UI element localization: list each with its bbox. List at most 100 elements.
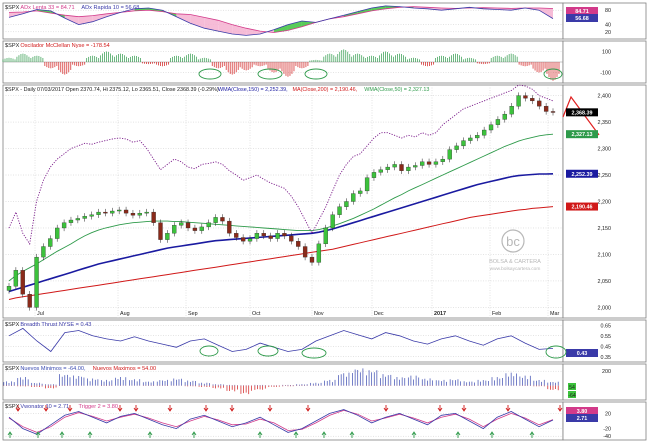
stock-chart: 804020$SPX ADx Lenta 33 = 84.71 ADx Rapida… [0, 0, 650, 443]
mcclellan-title-1: Oscilador McClellan Nyse = -178.54 [20, 43, 109, 49]
price-candle-body [199, 226, 204, 231]
price-candle-body [158, 222, 163, 240]
highs-lows-tag-text: 54 [569, 385, 575, 391]
highs-lows-tag-text: -64 [568, 393, 576, 399]
price-candle-body [179, 222, 184, 226]
price-candle-body [227, 220, 232, 234]
price-candle-body [543, 106, 549, 112]
price-candle-body [144, 211, 149, 214]
vwonator-vwonator-tag-text: 2.71 [577, 416, 588, 422]
price-candle-body [495, 119, 501, 125]
breadth-tag-text: 0.43 [577, 351, 588, 357]
price-candle-body [399, 164, 404, 171]
price-candle-body [34, 256, 39, 308]
price-candle-body [213, 217, 218, 223]
price-candle-body [523, 95, 528, 99]
vwonator-title-0: $SPX [5, 404, 20, 410]
price-price-0-tag-text: 2,368.39 [572, 110, 593, 116]
price-candle-body [337, 206, 342, 215]
adx-tick-label: 80 [605, 8, 611, 14]
price-candle-body [516, 95, 521, 107]
mcclellan-axis-area [562, 40, 647, 84]
adx-title-0: $SPX [5, 5, 20, 11]
price-candle-body [344, 201, 349, 207]
watermark-url: www.bolsaycartera.com [490, 266, 541, 272]
price-candle-body [123, 209, 129, 214]
price-candle-body [447, 149, 452, 160]
price-candle-body [406, 166, 411, 171]
vwonator-panel: 20-20-40$SPX Vwonator 10 = 2.71, Trigger 2… [2, 401, 647, 441]
price-candle-body [254, 233, 260, 239]
price-candle-body [481, 129, 487, 136]
price-x-tick-label: Feb [492, 311, 501, 317]
price-candle-body [268, 235, 273, 239]
price-candle-body [488, 124, 494, 131]
price-candle-body [82, 216, 87, 219]
price-candle-body [351, 193, 356, 202]
watermark-logo-letters: bc [506, 234, 520, 249]
price-candle-body [530, 98, 535, 102]
price-candle-body [316, 243, 322, 263]
highs-lows-title-0: $SPX [5, 366, 20, 372]
price-tick-label: 2,150 [598, 226, 612, 232]
price-candle-body [185, 222, 191, 229]
price-candle-body [550, 111, 556, 113]
mcclellan-tick-label: 100 [602, 50, 611, 56]
price-x-tick-label: Jul [37, 311, 44, 317]
price-candle-body [454, 145, 459, 150]
price-candle-body [296, 241, 301, 247]
price-candle-body [385, 166, 390, 170]
price-candle-body [330, 214, 335, 229]
price-candle-body [247, 238, 253, 242]
highs-lows-title-1: Nuevos Minimos = -64.00, [20, 366, 86, 372]
price-x-tick-label: Oct [252, 311, 261, 317]
price-panel: 2,400 2,350 2,300 2,250 2,200 2,150 2,100 2,050… [2, 84, 647, 319]
adx-tick-label: 20 [605, 30, 611, 36]
price-candle-body [41, 246, 46, 258]
price-candle-body [89, 214, 94, 217]
price-candle-body [461, 140, 466, 147]
breadth-title-0: $SPX [5, 322, 20, 328]
highs-lows-title-2: Nuevos Maximos = 54.00 [93, 366, 156, 372]
price-candle-body [48, 238, 53, 247]
vwonator-tick-label: -20 [603, 427, 611, 433]
price-candle-body [261, 233, 266, 237]
mcclellan-panel: 100 -100 $SPX Oscilador McClellan Nyse = -1… [2, 40, 647, 84]
price-tick-label: 2,350 [598, 120, 612, 126]
price-title-3: WMA(Close,50) = 2,327.13 [364, 87, 429, 93]
price-title-0: $SPX - Daily 07/03/2017 Open 2370.74, Hi… [5, 87, 219, 93]
price-candle-body [110, 210, 115, 214]
price-candle-body [275, 233, 280, 239]
price-candle-body [137, 212, 142, 216]
price-candle-body [96, 211, 101, 215]
price-tick-label: 2,300 [598, 147, 612, 153]
price-candle-body [420, 161, 425, 166]
mcclellan-tick-label: -100 [600, 71, 611, 77]
price-tick-label: 2,400 [598, 94, 612, 100]
price-candle-body [6, 286, 12, 291]
highs-lows-tick-label: 200 [602, 369, 611, 375]
price-candle-body [475, 135, 480, 139]
breadth-tick-label: 0.65 [601, 323, 612, 329]
price-candle-body [192, 227, 198, 231]
price-candle-body [440, 158, 445, 162]
price-candle-body [165, 233, 170, 240]
price-candle-body [68, 219, 74, 223]
vwonator-title-2: Trigger 2 = 3.80 [79, 404, 118, 410]
mcclellan-title-0: $SPX [5, 43, 20, 49]
price-candle-body [27, 294, 32, 308]
breadth-tick-label: 0.55 [601, 334, 612, 340]
price-candle-body [537, 100, 542, 107]
price-candle-body [61, 222, 67, 229]
price-tick-label: 2,200 [598, 200, 612, 206]
price-candle-body [413, 165, 418, 168]
price-candle-body [206, 222, 211, 228]
price-candle-body [302, 246, 308, 258]
price-tick-label: 2,000 [598, 305, 612, 311]
price-candle-body [130, 212, 136, 216]
price-candle-body [151, 211, 156, 223]
price-x-tick-label: Aug [120, 311, 130, 317]
breadth-panel: 0.65 0.55 0.45 0.35 $SPX Breadth Thrust NYSE … [2, 319, 647, 363]
price-candle-body [371, 172, 377, 178]
breadth-tick-label: 0.45 [601, 344, 612, 350]
